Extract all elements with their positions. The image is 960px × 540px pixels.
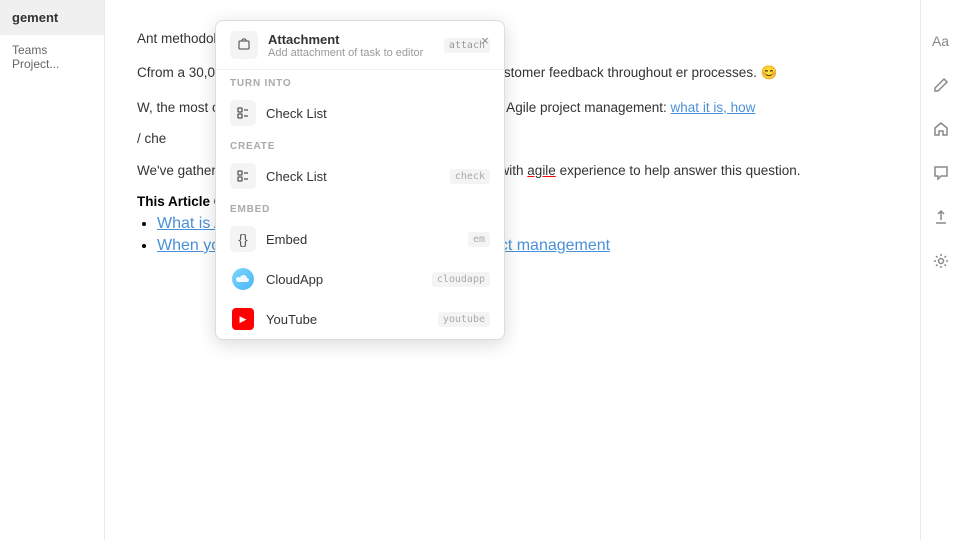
create-checklist-item[interactable]: Check List check	[216, 156, 504, 196]
turn-into-checklist-item[interactable]: Check List	[216, 93, 504, 133]
edit-icon[interactable]	[930, 74, 952, 96]
sidebar: gement Teams Project...	[0, 0, 105, 540]
cloudapp-icon	[230, 266, 256, 292]
paragraph-3-link[interactable]: what it is, how	[671, 100, 756, 115]
dropdown-popup: × Attachment Add attachment of task to e…	[215, 20, 505, 340]
embed-item[interactable]: {} Embed em	[216, 219, 504, 259]
attachment-row[interactable]: Attachment Add attachment of task to edi…	[216, 21, 504, 70]
sidebar-item-active[interactable]: gement	[0, 0, 104, 35]
home-icon[interactable]	[930, 118, 952, 140]
youtube-logo: ▶	[232, 308, 254, 330]
section-turn-into: TURN INTO	[216, 70, 504, 93]
attachment-icon	[230, 31, 258, 59]
cloudapp-label: CloudApp	[266, 272, 422, 287]
embed-shortcut: em	[468, 232, 490, 247]
attachment-title: Attachment	[268, 32, 434, 47]
checklist-icon	[230, 100, 256, 126]
comment-icon[interactable]	[930, 162, 952, 184]
settings-icon[interactable]	[930, 250, 952, 272]
youtube-shortcut: youtube	[438, 312, 490, 327]
section-create: CREATE	[216, 133, 504, 156]
youtube-label: YouTube	[266, 312, 428, 327]
attachment-info: Attachment Add attachment of task to edi…	[268, 32, 434, 59]
create-checklist-shortcut: check	[450, 169, 490, 184]
right-toolbar: Aa	[920, 0, 960, 540]
create-checklist-label: Check List	[266, 169, 440, 184]
turn-into-checklist-label: Check List	[266, 106, 490, 121]
cloudapp-shortcut: cloudapp	[432, 272, 490, 287]
attachment-subtitle: Add attachment of task to editor	[268, 47, 434, 59]
cloudapp-item[interactable]: CloudApp cloudapp	[216, 259, 504, 299]
font-size-icon[interactable]: Aa	[930, 30, 952, 52]
cloudapp-logo	[232, 268, 254, 290]
youtube-icon: ▶	[230, 306, 256, 332]
section-embed: EMBED	[216, 196, 504, 219]
youtube-item[interactable]: ▶ YouTube youtube	[216, 299, 504, 339]
close-button[interactable]: ×	[476, 31, 494, 49]
create-checklist-icon	[230, 163, 256, 189]
embed-icon: {}	[230, 226, 256, 252]
embed-label: Embed	[266, 232, 458, 247]
upload-icon[interactable]	[930, 206, 952, 228]
sidebar-item-sub[interactable]: Teams Project...	[0, 35, 104, 79]
